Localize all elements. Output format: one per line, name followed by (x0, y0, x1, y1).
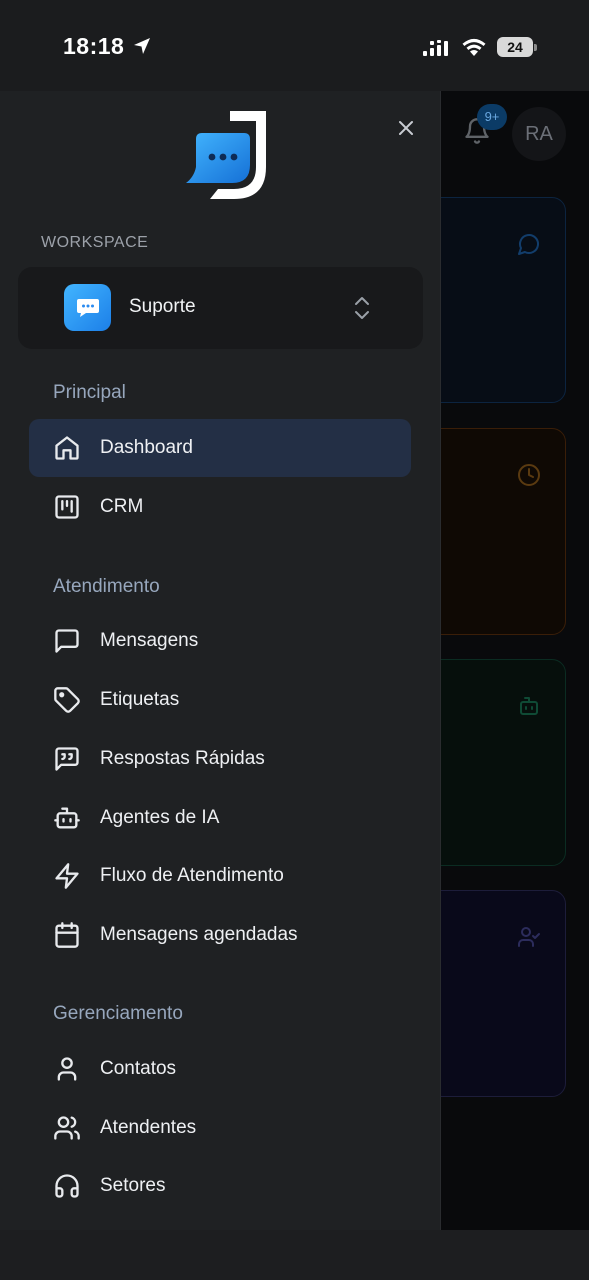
zap-icon (55, 863, 79, 889)
nav-label-agentes-ia: Agentes de IA (100, 807, 220, 828)
user-check-icon (518, 927, 540, 947)
nav-item-etiquetas[interactable]: Etiquetas (29, 671, 411, 729)
app-logo (186, 111, 266, 199)
stat-card-pending[interactable] (420, 428, 566, 635)
headphones-icon (55, 1174, 79, 1198)
bot-icon (520, 697, 538, 715)
nav-label-mensagens: Mensagens (100, 630, 199, 651)
users-icon (54, 1116, 80, 1140)
close-drawer-button[interactable] (392, 114, 420, 142)
nav-item-crm[interactable]: CRM (29, 478, 411, 536)
chevrons-up-down-icon (355, 297, 369, 319)
nav-label-mensagens-agendadas: Mensagens agendadas (100, 924, 298, 945)
chat-bubble-icon (76, 298, 99, 317)
nav-label-crm: CRM (100, 496, 144, 517)
kanban-icon (55, 495, 79, 519)
nav-item-atendentes[interactable]: Atendentes (29, 1099, 411, 1157)
section-label-atendimento: Atendimento (53, 576, 160, 597)
battery-level: 24 (497, 37, 533, 57)
nav-item-agentes-ia[interactable]: Agentes de IA (29, 789, 411, 847)
user-avatar[interactable]: RA (512, 107, 566, 161)
close-icon (399, 121, 413, 135)
clock-icon (518, 464, 540, 486)
message-circle-icon (518, 234, 539, 255)
nav-item-contatos[interactable]: Contatos (29, 1040, 411, 1098)
nav-item-dashboard[interactable]: Dashboard (29, 419, 411, 477)
battery-icon: 24 (497, 37, 537, 57)
stat-card-agents[interactable] (420, 659, 566, 866)
location-arrow-icon (134, 38, 150, 54)
section-label-gerenciamento: Gerenciamento (53, 1003, 183, 1024)
nav-label-respostas-rapidas: Respostas Rápidas (100, 748, 265, 769)
notification-badge: 9+ (477, 104, 507, 130)
user-icon (57, 1057, 77, 1081)
calendar-icon (55, 922, 79, 948)
nav-item-fluxo-atendimento[interactable]: Fluxo de Atendimento (29, 847, 411, 905)
status-time: 18:18 (63, 33, 125, 59)
workspace-selector[interactable]: Suporte (18, 267, 423, 349)
section-label-principal: Principal (53, 382, 126, 403)
nav-label-setores: Setores (100, 1175, 166, 1196)
wifi-icon (462, 38, 486, 56)
cellular-signal-icon (423, 40, 448, 56)
home-icon (55, 436, 79, 460)
status-bar: 18:18 24 (0, 0, 589, 91)
message-square-icon (55, 629, 79, 653)
nav-item-mensagens-agendadas[interactable]: Mensagens agendadas (29, 906, 411, 964)
nav-item-respostas-rapidas[interactable]: Respostas Rápidas (29, 730, 411, 788)
home-indicator-bar (0, 1230, 589, 1280)
tag-icon (54, 687, 80, 713)
workspace-label: WORKSPACE (41, 234, 149, 251)
nav-label-contatos: Contatos (100, 1058, 177, 1079)
nav-label-etiquetas: Etiquetas (100, 689, 180, 710)
nav-label-fluxo-atendimento: Fluxo de Atendimento (100, 865, 284, 886)
bot-icon (54, 807, 80, 829)
workspace-name: Suporte (129, 296, 196, 317)
nav-item-mensagens[interactable]: Mensagens (29, 612, 411, 670)
workspace-avatar (64, 284, 111, 331)
battery-tip (534, 44, 537, 51)
stat-card-contacts[interactable] (420, 890, 566, 1097)
nav-label-dashboard: Dashboard (100, 437, 193, 458)
stat-card-messages[interactable] (420, 197, 566, 403)
nav-label-atendentes: Atendentes (100, 1117, 197, 1138)
nav-item-setores[interactable]: Setores (29, 1157, 411, 1215)
quote-message-icon (55, 747, 79, 771)
